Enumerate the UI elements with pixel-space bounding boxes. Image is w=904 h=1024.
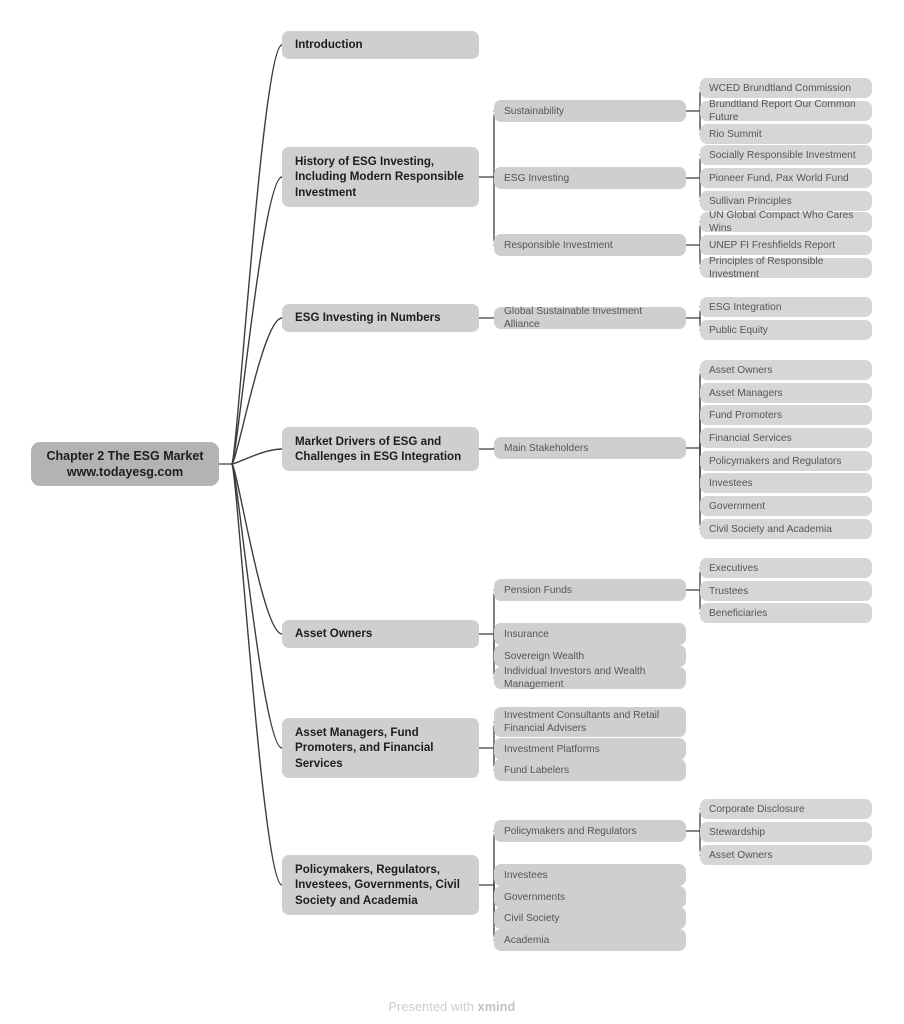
- mindmap-canvas: Chapter 2 The ESG Market www.todayesg.co…: [0, 0, 904, 1024]
- branch-node-market-drivers-of-esg[interactable]: Market Drivers of ESG and Challenges in …: [282, 427, 479, 471]
- subnode-sustainability[interactable]: Sustainability: [494, 100, 686, 122]
- subnode-esg-investing[interactable]: ESG Investing: [494, 167, 686, 189]
- leaf-node-financial-services[interactable]: Financial Services: [700, 428, 872, 448]
- subnode-investment-consultants-and-retail-financial-advisers[interactable]: Investment Consultants and Retail Financ…: [494, 707, 686, 737]
- branch-node-asset-owners-branch[interactable]: Asset Owners: [282, 620, 479, 648]
- leaf-node-esg-integration[interactable]: ESG Integration: [700, 297, 872, 317]
- branch-node-policymakers-branch[interactable]: Policymakers, Regulators, Investees, Gov…: [282, 855, 479, 915]
- subnode-main-stakeholders[interactable]: Main Stakeholders: [494, 437, 686, 459]
- leaf-node-rio-summit[interactable]: Rio Summit: [700, 124, 872, 144]
- subnode-sovereign-wealth[interactable]: Sovereign Wealth: [494, 645, 686, 667]
- leaf-node-socially-responsible-investment[interactable]: Socially Responsible Investment: [700, 145, 872, 165]
- leaf-node-unep-fi-freshfields-report[interactable]: UNEP FI Freshfields Report: [700, 235, 872, 255]
- leaf-node-stewardship[interactable]: Stewardship: [700, 822, 872, 842]
- subnode-academia[interactable]: Academia: [494, 929, 686, 951]
- leaf-node-brundtland-report-our-common-future[interactable]: Brundtland Report Our Common Future: [700, 99, 872, 123]
- branch-node-esg-investing-in-numbers[interactable]: ESG Investing in Numbers: [282, 304, 479, 332]
- branch-node-history-of-esg-investing[interactable]: History of ESG Investing, Including Mode…: [282, 147, 479, 207]
- footer-watermark: Presented with xmind: [0, 1000, 904, 1014]
- branch-node-introduction[interactable]: Introduction: [282, 31, 479, 59]
- subnode-individual-investors-and-wealth-management[interactable]: Individual Investors and Wealth Manageme…: [494, 666, 686, 690]
- leaf-node-pioneer-fund-pax-world-fund[interactable]: Pioneer Fund, Pax World Fund: [700, 168, 872, 188]
- leaf-node-principles-of-responsible-investment[interactable]: Principles of Responsible Investment: [700, 256, 872, 280]
- subnode-investment-platforms[interactable]: Investment Platforms: [494, 738, 686, 760]
- leaf-node-wced-brundtland-commission[interactable]: WCED Brundtland Commission: [700, 78, 872, 98]
- leaf-node-corporate-disclosure[interactable]: Corporate Disclosure: [700, 799, 872, 819]
- branch-node-asset-managers-branch[interactable]: Asset Managers, Fund Promoters, and Fina…: [282, 718, 479, 778]
- subnode-responsible-investment[interactable]: Responsible Investment: [494, 234, 686, 256]
- subnode-fund-labelers[interactable]: Fund Labelers: [494, 759, 686, 781]
- subnode-pension-funds[interactable]: Pension Funds: [494, 579, 686, 601]
- leaf-node-fund-promoters[interactable]: Fund Promoters: [700, 405, 872, 425]
- leaf-node-government[interactable]: Government: [700, 496, 872, 516]
- subnode-insurance[interactable]: Insurance: [494, 623, 686, 645]
- leaf-node-investees-leaf[interactable]: Investees: [700, 473, 872, 493]
- leaf-node-civil-society-and-academia[interactable]: Civil Society and Academia: [700, 519, 872, 539]
- leaf-node-un-global-compact-who-cares-wins[interactable]: UN Global Compact Who Cares Wins: [700, 210, 872, 234]
- subnode-civil-society[interactable]: Civil Society: [494, 907, 686, 929]
- leaf-node-asset-managers[interactable]: Asset Managers: [700, 383, 872, 403]
- root-node[interactable]: Chapter 2 The ESG Market www.todayesg.co…: [31, 442, 219, 486]
- subnode-investees[interactable]: Investees: [494, 864, 686, 886]
- subnode-policymakers-and-regulators[interactable]: Policymakers and Regulators: [494, 820, 686, 842]
- leaf-node-policymakers-and-regulators-leaf[interactable]: Policymakers and Regulators: [700, 451, 872, 471]
- subnode-global-sustainable-investment-alliance[interactable]: Global Sustainable Investment Alliance: [494, 306, 686, 330]
- subnode-governments[interactable]: Governments: [494, 886, 686, 908]
- leaf-node-executives[interactable]: Executives: [700, 558, 872, 578]
- leaf-node-public-equity[interactable]: Public Equity: [700, 320, 872, 340]
- footer-brand-text: xmind: [477, 1000, 516, 1014]
- leaf-node-asset-owners[interactable]: Asset Owners: [700, 360, 872, 380]
- leaf-node-beneficiaries[interactable]: Beneficiaries: [700, 603, 872, 623]
- leaf-node-asset-owners-sub[interactable]: Asset Owners: [700, 845, 872, 865]
- leaf-node-sullivan-principles[interactable]: Sullivan Principles: [700, 191, 872, 211]
- leaf-node-trustees[interactable]: Trustees: [700, 581, 872, 601]
- footer-prefix-text: Presented with: [388, 1000, 478, 1014]
